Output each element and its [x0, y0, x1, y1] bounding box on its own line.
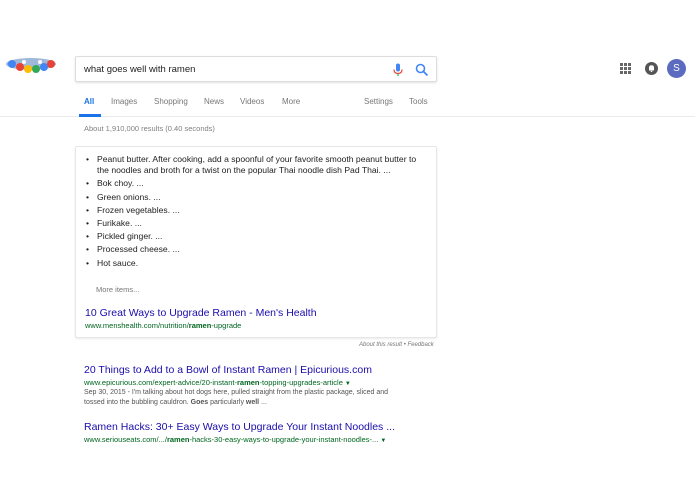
- list-item: Processed cheese. ...: [86, 244, 421, 255]
- tab-videos[interactable]: Videos: [240, 97, 264, 106]
- list-item: Furikake. ...: [86, 218, 421, 229]
- url-text: -topping-upgrades-article: [259, 378, 343, 387]
- url-dropdown-icon[interactable]: ▼: [345, 381, 351, 387]
- search-input[interactable]: [84, 61, 384, 78]
- snippet-list: Peanut butter. After cooking, add a spoo…: [86, 154, 421, 271]
- url-highlight: ramen: [166, 435, 190, 444]
- search-result: Ramen Hacks: 30+ Easy Ways to Upgrade Yo…: [84, 421, 444, 444]
- result-stats: About 1,910,000 results (0.40 seconds): [84, 124, 215, 133]
- featured-snippet: Peanut butter. After cooking, add a spoo…: [75, 146, 437, 338]
- result-snippet: Sep 30, 2015 - I'm talking about hot dog…: [84, 388, 444, 408]
- tab-tools[interactable]: Tools: [409, 97, 428, 106]
- list-item: Hot sauce.: [86, 258, 421, 269]
- snippet-highlight: Goes: [190, 399, 209, 406]
- list-item: Peanut butter. After cooking, add a spoo…: [86, 154, 421, 176]
- tab-news[interactable]: News: [204, 97, 224, 106]
- google-doodle-logo[interactable]: [4, 56, 58, 80]
- account-avatar[interactable]: S: [667, 59, 686, 78]
- url-text: -upgrade: [211, 321, 242, 330]
- snippet-text: particularly: [208, 399, 246, 406]
- microphone-icon[interactable]: [392, 63, 404, 77]
- browser-viewport: S All Images Shopping News Videos More S…: [0, 48, 695, 446]
- search-result: 20 Things to Add to a Bowl of Instant Ra…: [84, 364, 444, 408]
- url-dropdown-icon[interactable]: ▼: [380, 438, 386, 444]
- snippet-text: tossed into the bubbling cauldron.: [84, 399, 191, 406]
- list-item: Bok choy. ...: [86, 178, 421, 189]
- snippet-title-link[interactable]: 10 Great Ways to Upgrade Ramen - Men's H…: [85, 307, 317, 319]
- result-url: www.epicurious.com/expert-advice/20-inst…: [84, 378, 444, 387]
- search-header: S All Images Shopping News Videos More S…: [0, 48, 695, 117]
- about-result-feedback[interactable]: About this result • Feedback: [359, 342, 434, 348]
- list-item: Frozen vegetables. ...: [86, 205, 421, 216]
- snippet-url: www.menshealth.com/nutrition/ramen-upgra…: [85, 321, 241, 330]
- tab-all[interactable]: All: [84, 97, 94, 106]
- active-tab-indicator: [79, 114, 101, 117]
- search-tabs: All Images Shopping News Videos More Set…: [0, 94, 695, 117]
- url-text: -hacks-30-easy-ways-to-upgrade-your-inst…: [189, 435, 379, 444]
- list-item: Pickled ginger. ...: [86, 231, 421, 242]
- snippet-text: ...: [259, 399, 267, 406]
- url-text: www.menshealth.com/nutrition/: [85, 321, 189, 330]
- snippet-line: Sep 30, 2015 - I'm talking about hot dog…: [84, 389, 389, 396]
- url-highlight: ramen: [188, 321, 212, 330]
- result-title-link[interactable]: 20 Things to Add to a Bowl of Instant Ra…: [84, 364, 444, 376]
- search-box[interactable]: [75, 56, 437, 82]
- snippet-highlight: well: [245, 399, 260, 406]
- list-item: Green onions. ...: [86, 192, 421, 203]
- result-title-link[interactable]: Ramen Hacks: 30+ Easy Ways to Upgrade Yo…: [84, 421, 444, 433]
- tab-settings[interactable]: Settings: [364, 97, 393, 106]
- notifications-icon[interactable]: [645, 62, 658, 75]
- apps-grid-icon[interactable]: [620, 63, 631, 74]
- search-icon[interactable]: [415, 63, 429, 77]
- result-url: www.seriouseats.com/.../ramen-hacks-30-e…: [84, 435, 444, 444]
- url-text: www.seriouseats.com/.../: [84, 435, 167, 444]
- tab-images[interactable]: Images: [111, 97, 137, 106]
- url-text: www.epicurious.com/expert-advice/20-inst…: [84, 378, 237, 387]
- tab-more[interactable]: More: [282, 97, 300, 106]
- tab-shopping[interactable]: Shopping: [154, 97, 188, 106]
- more-items-link[interactable]: More items...: [96, 285, 139, 294]
- url-highlight: ramen: [236, 378, 260, 387]
